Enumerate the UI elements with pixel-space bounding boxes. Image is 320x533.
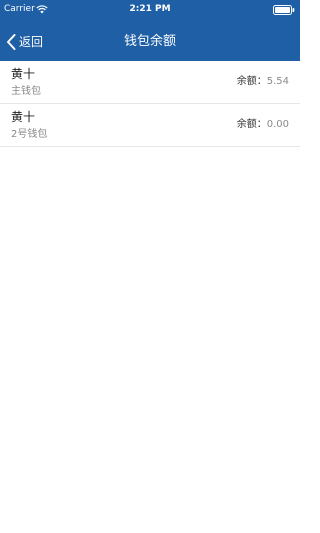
navigation-bar: 返回 钱包余额	[0, 20, 300, 64]
balance-value: 0.00	[266, 119, 289, 130]
wallet-balance-screen: Carrier 2:21 PM 返回 钱包余额 黄十 主钱包 余额：5.54 黄…	[0, 0, 300, 533]
header: Carrier 2:21 PM 返回 钱包余额	[0, 0, 300, 64]
balance-label: 余额：	[236, 119, 267, 130]
wallet-type-label: 2号钱包	[11, 129, 48, 140]
wallet-owner-name: 黄十	[11, 67, 36, 81]
page-title: 钱包余额	[123, 34, 176, 49]
wallet-owner-name: 黄十	[11, 110, 36, 124]
balance-label: 余额：	[236, 76, 267, 87]
wallet-list: 黄十 主钱包 余额：5.54 黄十 2号钱包 余额：0.00	[0, 61, 300, 147]
battery-icon	[273, 5, 295, 15]
status-bar: Carrier 2:21 PM	[0, 0, 300, 20]
wallet-row[interactable]: 黄十 主钱包 余额：5.54	[0, 61, 300, 104]
wallet-balance: 余额：5.54	[237, 75, 289, 89]
wallet-type-label: 主钱包	[11, 86, 41, 97]
wallet-row[interactable]: 黄十 2号钱包 余额：0.00	[0, 104, 300, 147]
status-time: 2:21 PM	[129, 4, 171, 14]
balance-value: 5.54	[266, 76, 289, 87]
wallet-balance: 余额：0.00	[237, 118, 289, 132]
